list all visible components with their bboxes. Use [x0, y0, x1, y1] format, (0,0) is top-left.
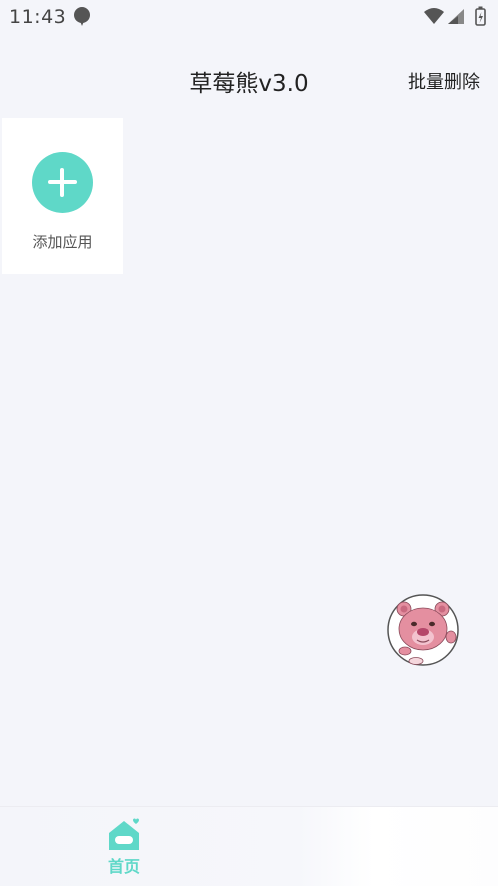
plus-icon[interactable] [32, 152, 93, 213]
battery-icon [475, 6, 486, 26]
lotso-bear-icon[interactable] [386, 593, 460, 667]
nav-home-label: 首页 [107, 857, 140, 876]
bottom-nav: 首页 [0, 806, 498, 886]
status-time: 11:43 [9, 6, 67, 28]
signal-icon [448, 9, 464, 24]
app-header: 草莓熊v3.0 批量删除 [0, 52, 498, 108]
status-icons [424, 6, 486, 26]
add-app-label: 添加应用 [32, 233, 93, 251]
nav-item-home[interactable]: 首页 [100, 815, 148, 879]
home-icon [109, 818, 139, 850]
batch-delete-button[interactable]: 批量删除 [408, 68, 480, 94]
notification-icon [74, 7, 90, 26]
status-bar: 11:43 [0, 0, 498, 34]
wifi-icon [424, 8, 444, 24]
add-app-tile[interactable]: 添加应用 [2, 118, 123, 274]
